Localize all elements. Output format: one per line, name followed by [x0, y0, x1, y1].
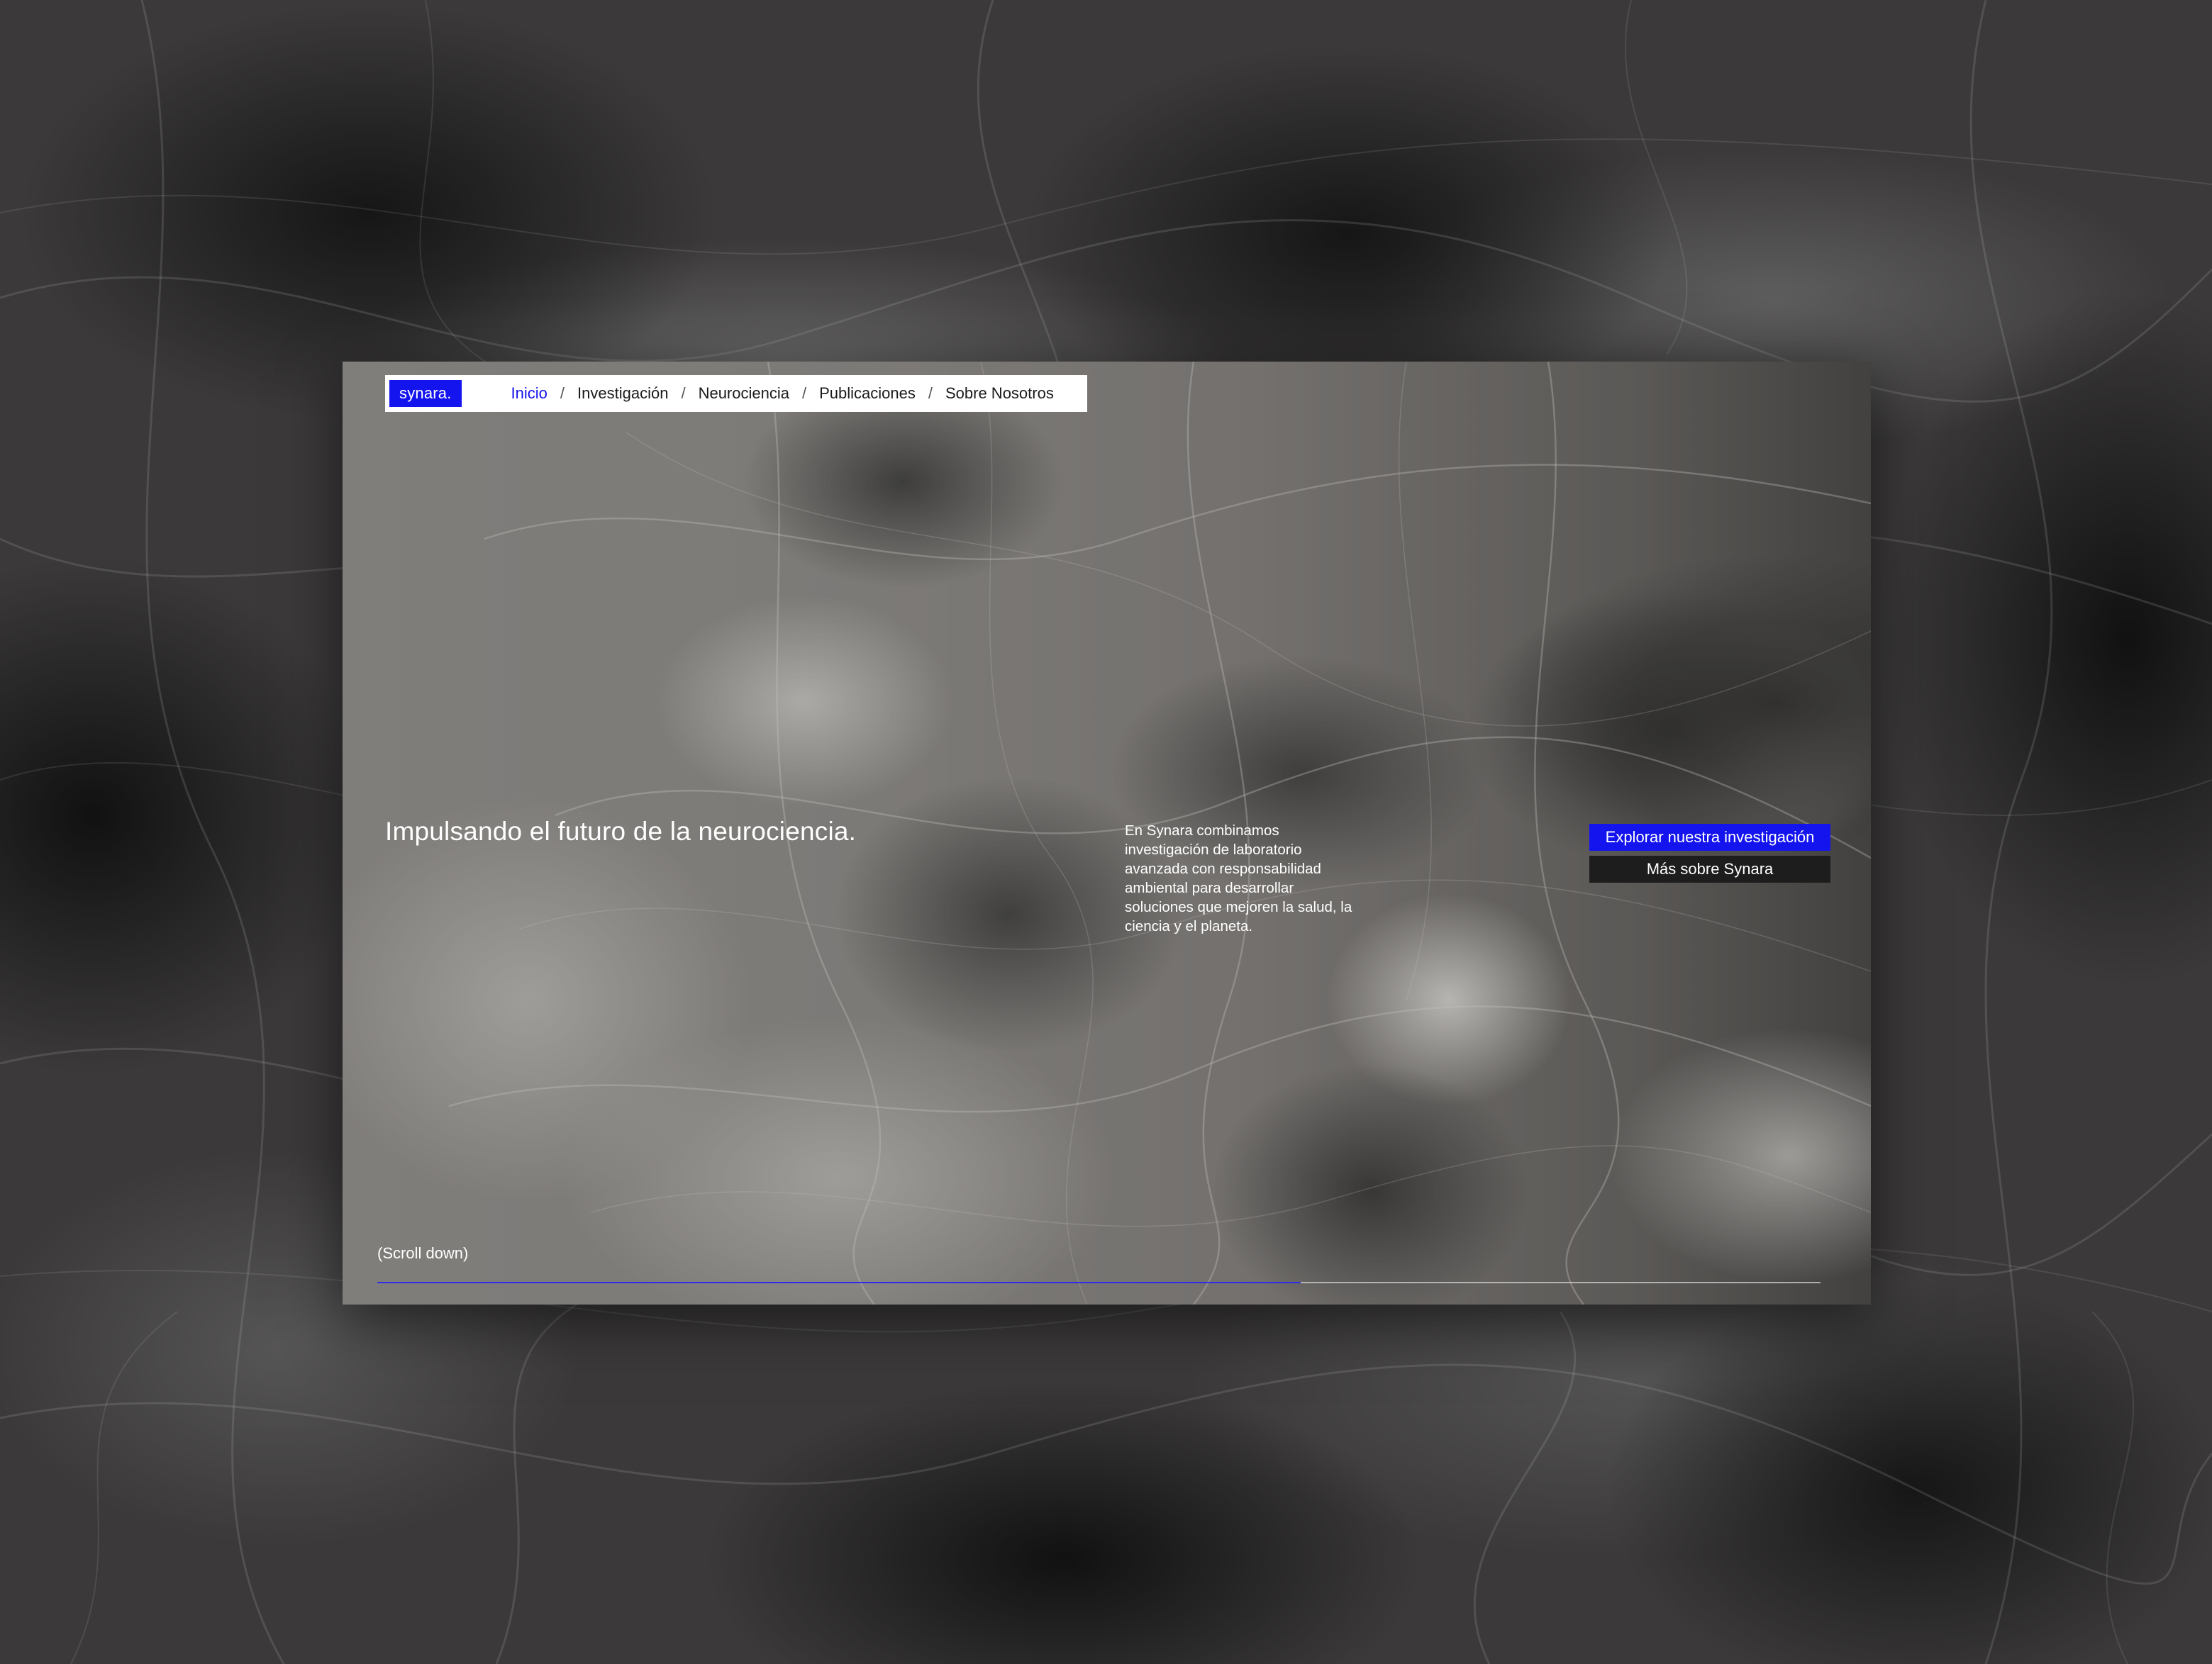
nav-item-neurociencia[interactable]: Neurociencia — [699, 384, 789, 403]
scroll-progress-fill — [377, 1282, 1301, 1283]
nav-separator: / — [928, 384, 933, 402]
explore-research-button[interactable]: Explorar nuestra investigación — [1589, 824, 1830, 851]
hero-title: Impulsando el futuro de la neurociencia. — [385, 817, 857, 846]
website-hero-frame: synara. Inicio / Investigación / Neuroci… — [343, 362, 1871, 1305]
top-navigation: synara. Inicio / Investigación / Neuroci… — [385, 375, 1087, 412]
synara-logo[interactable]: synara. — [389, 380, 462, 407]
nav-separator: / — [560, 384, 565, 402]
nav-links: Inicio / Investigación / Neurociencia / … — [511, 384, 1054, 403]
nav-item-sobre-nosotros[interactable]: Sobre Nosotros — [945, 384, 1054, 403]
nav-item-investigacion[interactable]: Investigación — [577, 384, 668, 403]
hero-description: En Synara combinamos investigación de la… — [1125, 822, 1352, 934]
about-synara-button[interactable]: Más sobre Synara — [1589, 856, 1830, 883]
nav-separator: / — [681, 384, 686, 402]
nav-separator: / — [801, 384, 807, 402]
scroll-down-label: (Scroll down) — [377, 1244, 469, 1262]
nav-item-publicaciones[interactable]: Publicaciones — [819, 384, 916, 403]
nav-item-inicio[interactable]: Inicio — [511, 384, 548, 403]
scroll-progress-track — [377, 1282, 1821, 1283]
